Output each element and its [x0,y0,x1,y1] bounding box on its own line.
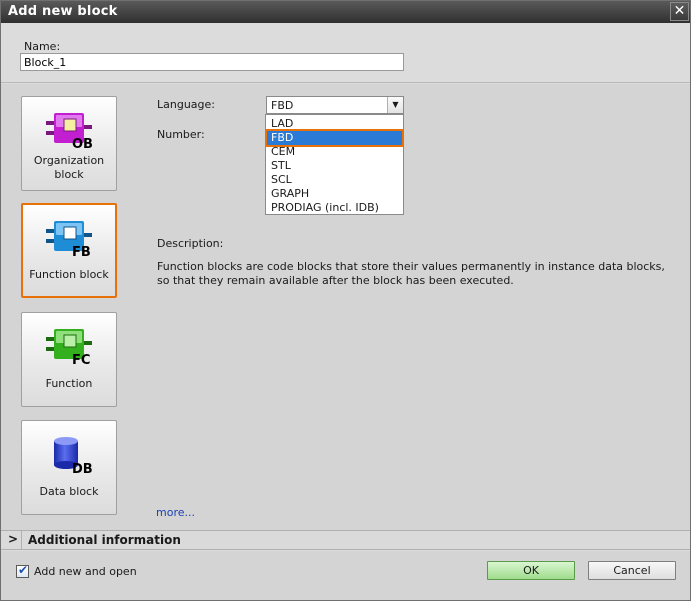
ok-button[interactable]: OK [487,561,575,580]
language-option-lad[interactable]: LAD [267,117,402,131]
data-block-icon: DB [54,437,93,475]
organization-block-label: Organization block [33,154,105,181]
more-link[interactable]: more... [156,506,195,519]
title-bar[interactable]: Add new block ✕ [1,1,690,23]
language-option-fbd[interactable]: FBD [265,129,404,147]
dialog-title: Add new block [8,4,118,19]
cancel-button[interactable]: Cancel [588,561,676,580]
add-new-block-dialog: Add new block ✕ Name: OB Organization bl… [0,0,691,601]
data-block-tile[interactable]: DB Data block [21,420,117,515]
function-icon: FC [46,329,92,367]
description-line-1: Function blocks are code blocks that sto… [157,260,665,273]
number-label: Number: [157,128,205,141]
language-label: Language: [157,98,215,111]
function-label: Function [45,377,93,390]
function-block-tile[interactable]: FB Function block [21,203,117,298]
name-label: Name: [24,40,61,53]
dialog-footer: ✔ Add new and open OK Cancel [1,551,690,600]
block-type-list: OB Organization block FB Function block [1,84,137,530]
description-text: Function blocks are code blocks that sto… [157,260,677,288]
language-dropdown-list: LAD FBD CEM STL SCL GRAPH PRODIAG (incl.… [265,114,404,215]
language-selected-value: FBD [271,99,294,112]
block-properties-panel: Language: Number: FBD ▼ LAD FBD CEM STL … [137,84,690,530]
name-area: Name: [1,23,690,83]
chevron-right-icon[interactable]: > [8,532,18,546]
data-block-label: Data block [39,485,99,498]
description-label: Description: [157,237,224,250]
description-line-2: so that they remain available after the … [157,274,514,287]
language-option-cem[interactable]: CEM [267,145,402,159]
close-icon[interactable]: ✕ [670,2,689,21]
db-letters: DB [72,462,93,475]
fb-letters: FB [72,245,91,259]
divider [21,531,22,549]
language-option-prodiag[interactable]: PRODIAG (incl. IDB) [267,201,402,215]
checkmark-icon: ✔ [18,563,29,577]
language-option-scl[interactable]: SCL [267,173,402,187]
organization-block-tile[interactable]: OB Organization block [21,96,117,191]
organization-block-icon: OB [46,113,93,151]
name-input[interactable] [20,53,404,71]
additional-information-label: Additional information [28,533,181,547]
chevron-down-icon[interactable]: ▼ [387,97,403,113]
ob-letters: OB [72,137,93,151]
function-tile[interactable]: FC Function [21,312,117,407]
function-block-icon: FB [46,221,92,259]
fc-letters: FC [72,353,90,367]
language-option-graph[interactable]: GRAPH [267,187,402,201]
language-select[interactable]: FBD ▼ [266,96,404,114]
add-new-and-open-label[interactable]: Add new and open [34,565,137,578]
language-option-stl[interactable]: STL [267,159,402,173]
additional-information-header[interactable]: > Additional information [1,530,690,550]
function-block-label: Function block [29,268,109,281]
add-new-and-open-checkbox[interactable]: ✔ [16,563,29,578]
